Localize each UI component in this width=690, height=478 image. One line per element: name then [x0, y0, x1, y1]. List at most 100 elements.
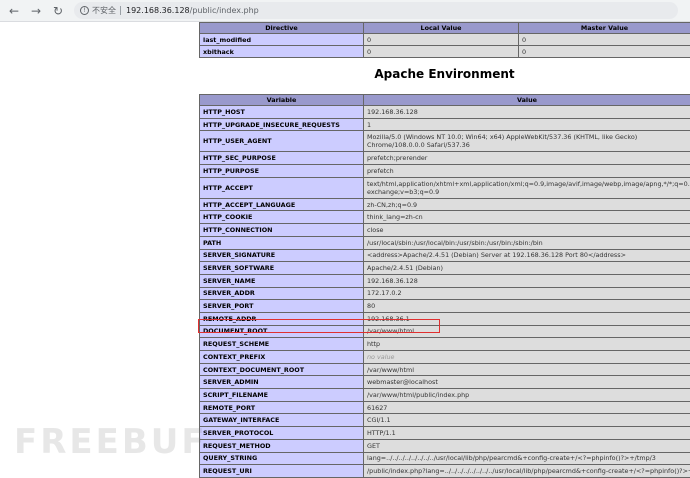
table-row: last_modified 0 0 [200, 34, 690, 46]
table-row: REMOTE_PORT61627 [200, 401, 690, 414]
table-row: SERVER_PORT80 [200, 300, 690, 313]
url-path: /public/index.php [190, 6, 259, 15]
local-value: 0 [364, 34, 519, 46]
table-row: DOCUMENT_ROOT/var/www/html [200, 325, 690, 338]
variable-name: REMOTE_ADDR [200, 312, 364, 325]
variable-name: REQUEST_SCHEME [200, 338, 364, 351]
table-row: SCRIPT_FILENAME/var/www/html/public/inde… [200, 389, 690, 402]
variable-name: SERVER_PORT [200, 300, 364, 313]
variable-name: CONTEXT_PREFIX [200, 351, 364, 364]
master-value: 0 [519, 34, 690, 46]
variable-value: /var/www/html [364, 325, 690, 338]
variable-value: http [364, 338, 690, 351]
variable-value: CGI/1.1 [364, 414, 690, 427]
apache-directives-table: Directive Local Value Master Value last_… [199, 22, 690, 58]
table-row: HTTP_ACCEPTtext/html,application/xhtml+x… [200, 177, 690, 198]
directive-name: last_modified [200, 34, 364, 46]
reload-icon[interactable]: ↻ [50, 3, 66, 19]
variable-value: prefetch [364, 165, 690, 178]
back-arrow-icon[interactable]: ← [6, 3, 22, 19]
phpinfo-content: Directive Local Value Master Value last_… [199, 22, 690, 478]
table-row: xbithack 0 0 [200, 46, 690, 58]
variable-name: SERVER_SIGNATURE [200, 249, 364, 262]
variable-name: REMOTE_PORT [200, 401, 364, 414]
table-row: SERVER_NAME192.168.36.128 [200, 274, 690, 287]
variable-name: PATH [200, 236, 364, 249]
variable-value: webmaster@localhost [364, 376, 690, 389]
variable-value: Apache/2.4.51 (Debian) [364, 262, 690, 275]
table-row: PATH/usr/local/sbin:/usr/local/bin:/usr/… [200, 236, 690, 249]
url-host: 192.168.36.128 [126, 6, 190, 15]
table-row: HTTP_USER_AGENTMozilla/5.0 (Windows NT 1… [200, 131, 690, 152]
variable-value: close [364, 224, 690, 237]
variable-value: 192.168.36.128 [364, 106, 690, 119]
variable-value: /usr/local/sbin:/usr/local/bin:/usr/sbin… [364, 236, 690, 249]
variable-value: 61627 [364, 401, 690, 414]
variable-value: /var/www/html/public/index.php [364, 389, 690, 402]
variable-name: HTTP_CONNECTION [200, 224, 364, 237]
browser-toolbar: ← → ↻ ! 不安全 192.168.36.128 /public/index… [0, 0, 690, 22]
variable-name: HTTP_HOST [200, 106, 364, 119]
table-row: SERVER_SOFTWAREApache/2.4.51 (Debian) [200, 262, 690, 275]
variable-name: SERVER_NAME [200, 274, 364, 287]
insecure-label: 不安全 [92, 5, 116, 16]
variable-value: zh-CN,zh;q=0.9 [364, 198, 690, 211]
column-header: Directive [200, 23, 364, 34]
apache-environment-table: Variable Value HTTP_HOST192.168.36.128HT… [199, 94, 690, 478]
table-row: HTTP_HOST192.168.36.128 [200, 106, 690, 119]
table-row: CONTEXT_DOCUMENT_ROOT/var/www/html [200, 363, 690, 376]
watermark: FREEBUF [14, 422, 208, 462]
variable-value: Mozilla/5.0 (Windows NT 10.0; Win64; x64… [364, 131, 690, 152]
table-header-row: Variable Value [200, 95, 690, 106]
variable-name: DOCUMENT_ROOT [200, 325, 364, 338]
section-title: Apache Environment [199, 58, 690, 94]
table-row: SERVER_ADDR172.17.0.2 [200, 287, 690, 300]
column-header: Variable [200, 95, 364, 106]
variable-name: SERVER_PROTOCOL [200, 427, 364, 440]
variable-name: SERVER_ADDR [200, 287, 364, 300]
variable-value: 192.168.36.1 [364, 312, 690, 325]
variable-name: REQUEST_URI [200, 465, 364, 478]
insecure-warning-icon[interactable]: ! [80, 6, 89, 15]
variable-name: HTTP_UPGRADE_INSECURE_REQUESTS [200, 118, 364, 131]
forward-arrow-icon[interactable]: → [28, 3, 44, 19]
column-header: Master Value [519, 23, 690, 34]
address-separator [120, 6, 121, 15]
variable-name: HTTP_COOKIE [200, 211, 364, 224]
variable-value: HTTP/1.1 [364, 427, 690, 440]
table-row: REQUEST_SCHEMEhttp [200, 338, 690, 351]
table-row: REQUEST_URI/public/index.php?lang=../../… [200, 465, 690, 478]
column-header: Local Value [364, 23, 519, 34]
table-row: GATEWAY_INTERFACECGI/1.1 [200, 414, 690, 427]
variable-value: /var/www/html [364, 363, 690, 376]
variable-name: HTTP_ACCEPT_LANGUAGE [200, 198, 364, 211]
table-row: CONTEXT_PREFIXno value [200, 351, 690, 364]
table-row: SERVER_PROTOCOLHTTP/1.1 [200, 427, 690, 440]
variable-name: HTTP_PURPOSE [200, 165, 364, 178]
variable-name: QUERY_STRING [200, 452, 364, 465]
local-value: 0 [364, 46, 519, 58]
variable-value: 1 [364, 118, 690, 131]
table-header-row: Directive Local Value Master Value [200, 23, 690, 34]
table-row: HTTP_UPGRADE_INSECURE_REQUESTS1 [200, 118, 690, 131]
table-row: HTTP_COOKIEthink_lang=zh-cn [200, 211, 690, 224]
variable-name: HTTP_USER_AGENT [200, 131, 364, 152]
table-row: SERVER_ADMINwebmaster@localhost [200, 376, 690, 389]
table-row: HTTP_PURPOSEprefetch [200, 165, 690, 178]
variable-name: GATEWAY_INTERFACE [200, 414, 364, 427]
column-header: Value [364, 95, 690, 106]
variable-value: 172.17.0.2 [364, 287, 690, 300]
variable-value: 80 [364, 300, 690, 313]
table-row: SERVER_SIGNATURE<address>Apache/2.4.51 (… [200, 249, 690, 262]
address-bar[interactable]: ! 不安全 192.168.36.128 /public/index.php [74, 2, 678, 19]
variable-value: lang=../../../../../../../../usr/local/l… [364, 452, 690, 465]
table-row: QUERY_STRINGlang=../../../../../../../..… [200, 452, 690, 465]
variable-name: HTTP_SEC_PURPOSE [200, 152, 364, 165]
directive-name: xbithack [200, 46, 364, 58]
variable-name: SERVER_ADMIN [200, 376, 364, 389]
variable-name: CONTEXT_DOCUMENT_ROOT [200, 363, 364, 376]
variable-value: text/html,application/xhtml+xml,applicat… [364, 177, 690, 198]
variable-value: 192.168.36.128 [364, 274, 690, 287]
table-row: HTTP_SEC_PURPOSEprefetch;prerender [200, 152, 690, 165]
variable-value: no value [364, 351, 690, 364]
